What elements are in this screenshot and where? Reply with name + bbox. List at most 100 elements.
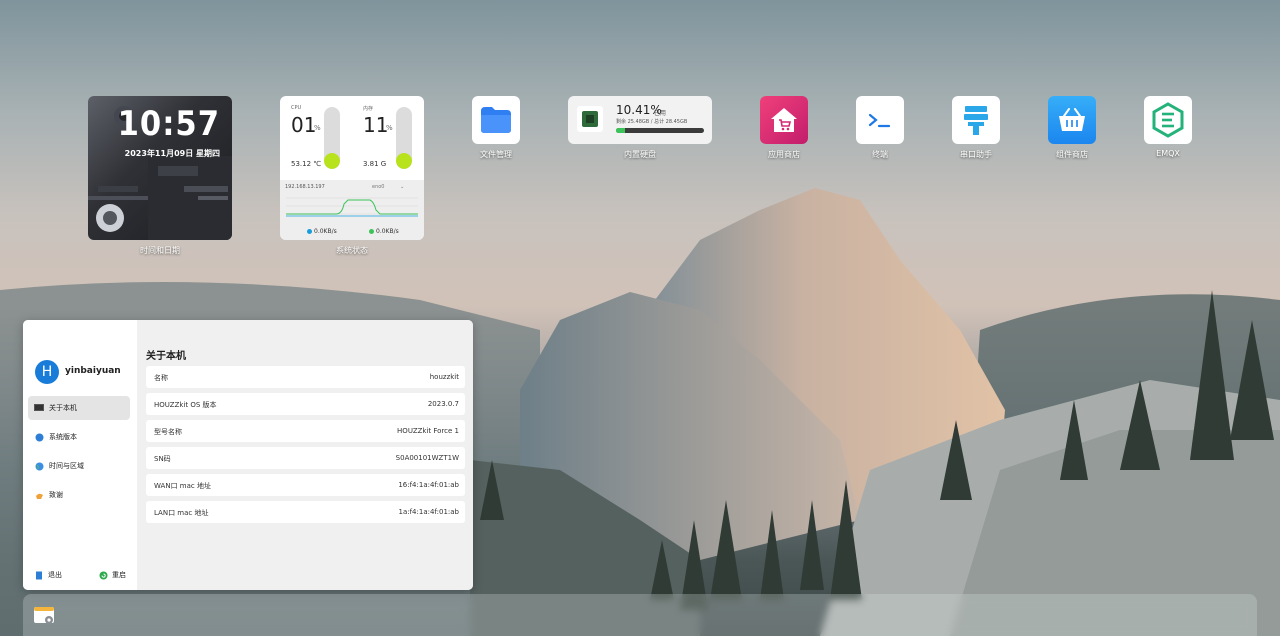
disk-usage-bar	[616, 128, 704, 133]
memory-gauge	[396, 107, 412, 169]
serial-port-label: 串口助手	[960, 150, 992, 159]
file-manager-app[interactable]	[472, 96, 520, 144]
username: yinbaiyuan	[65, 366, 121, 376]
component-store-label: 组件商店	[1056, 150, 1088, 159]
thanks-icon	[34, 490, 44, 500]
logout-icon	[35, 571, 44, 580]
info-key: WAN口 mac 地址	[154, 482, 211, 490]
settings-window-icon	[34, 607, 54, 624]
restart-icon	[99, 571, 108, 580]
cpu-unit: %	[314, 124, 321, 132]
cpu-label: CPU	[291, 105, 302, 111]
disk-detail: 剩余 25.48GB / 总计 28.45GB	[616, 119, 688, 125]
network-panel: 192.168.13.197 eno0 ⌄ 0.0KB/s 0.0KB/s	[280, 180, 424, 240]
serial-port-app[interactable]	[952, 96, 1000, 144]
info-row-wan-mac: WAN口 mac 地址 16:f4:1a:4f:01:ab	[146, 474, 465, 496]
info-value: houzzkit	[429, 373, 459, 381]
avatar[interactable]: H	[35, 360, 59, 384]
clock-widget[interactable]: 10:57 2023年11月09日 星期四	[88, 96, 232, 240]
emqx-app[interactable]	[1144, 96, 1192, 144]
clock-widget-label: 时间和日期	[140, 246, 180, 255]
clock-date: 2023年11月09日 星期四	[124, 149, 220, 158]
ip-address: 192.168.13.197	[285, 184, 325, 190]
disk-usage-fill	[616, 128, 626, 133]
terminal-label: 终端	[872, 150, 888, 159]
about-sidebar: H yinbaiyuan 关于本机 系统版本 时间与区域 致谢 退出 重启	[23, 320, 137, 590]
folder-icon	[481, 107, 511, 133]
download-rate-value: 0.0KB/s	[376, 228, 399, 235]
emqx-icon	[1152, 102, 1184, 138]
memory-unit: %	[386, 124, 393, 132]
logout-label: 退出	[48, 571, 62, 579]
sidebar-item-about[interactable]: 关于本机	[28, 396, 130, 420]
info-value: 16:f4:1a:4f:01:ab	[398, 481, 459, 489]
upload-rate: 0.0KB/s	[307, 228, 337, 235]
restart-label: 重启	[112, 571, 126, 579]
emqx-label: EMQX	[1156, 149, 1180, 158]
download-rate: 0.0KB/s	[369, 228, 399, 235]
sidebar-item-label: 致谢	[49, 491, 63, 499]
sidebar-item-label: 时间与区域	[49, 462, 84, 470]
download-icon	[369, 229, 374, 234]
chevron-down-icon: ⌄	[400, 184, 405, 190]
logout-button[interactable]: 退出	[35, 570, 62, 580]
dock-settings-app[interactable]	[33, 604, 55, 626]
info-row-sn: SN码 S0A00101WZT1W	[146, 447, 465, 469]
info-row-lan-mac: LAN口 mac 地址 1a:f4:1a:4f:01:ab	[146, 501, 465, 523]
cpu-temperature: 53.12 ℃	[291, 160, 322, 168]
component-store-icon	[1059, 108, 1085, 131]
page-title: 关于本机	[146, 351, 186, 362]
taskbar-dock	[23, 594, 1257, 636]
info-key: 名称	[154, 374, 168, 382]
system-meters: CPU 01 % 53.12 ℃ 内存 11 % 3.81 G	[280, 96, 424, 180]
system-status-label: 系统状态	[336, 246, 368, 255]
network-traffic-graph	[286, 197, 418, 217]
info-value: HOUZZkit Force 1	[397, 427, 459, 435]
about-window: H yinbaiyuan 关于本机 系统版本 时间与区域 致谢 退出 重启 关于…	[23, 320, 473, 590]
globe-icon	[34, 461, 44, 471]
serial-port-icon	[964, 106, 988, 135]
interface-select[interactable]: eno0 ⌄	[372, 184, 404, 190]
info-key: LAN口 mac 地址	[154, 509, 209, 517]
info-key: SN码	[154, 455, 171, 463]
memory-size: 3.81 G	[363, 160, 387, 168]
memory-value: 11	[363, 113, 389, 137]
info-row-name: 名称 houzzkit	[146, 366, 465, 388]
file-manager-label: 文件管理	[480, 150, 512, 159]
app-store-icon	[771, 108, 797, 132]
disk-chip-icon	[577, 106, 603, 132]
disk-widget[interactable]: 10.41% 已用 剩余 25.48GB / 总计 28.45GB	[568, 96, 712, 144]
app-store-app[interactable]	[760, 96, 808, 144]
component-store-app[interactable]	[1048, 96, 1096, 144]
upload-icon	[307, 229, 312, 234]
info-value: S0A00101WZT1W	[395, 454, 459, 462]
cpu-gauge-fill	[324, 153, 340, 169]
system-status-widget[interactable]: CPU 01 % 53.12 ℃ 内存 11 % 3.81 G 192.168.…	[280, 96, 424, 240]
info-row-model: 型号名称 HOUZZkit Force 1	[146, 420, 465, 442]
memory-gauge-fill	[396, 153, 412, 169]
disk-widget-label: 内置硬盘	[624, 150, 656, 159]
terminal-app[interactable]	[856, 96, 904, 144]
sidebar-item-label: 系统版本	[49, 433, 77, 441]
about-main: 关于本机 名称 houzzkit HOUZZkit OS 版本 2023.0.7…	[137, 320, 473, 590]
info-value: 2023.0.7	[427, 400, 459, 408]
cpu-value: 01	[291, 113, 317, 137]
memory-label: 内存	[363, 106, 374, 112]
sidebar-item-label: 关于本机	[49, 404, 77, 412]
restart-button[interactable]: 重启	[99, 570, 126, 580]
clock-time: 10:57	[117, 104, 220, 144]
computer-icon	[34, 403, 44, 413]
sidebar-item-time-region[interactable]: 时间与区域	[28, 454, 130, 478]
app-store-label: 应用商店	[768, 150, 800, 159]
disk-used-label: 已用	[654, 110, 667, 117]
info-row-os-version: HOUZZkit OS 版本 2023.0.7	[146, 393, 465, 415]
cpu-gauge	[324, 107, 340, 169]
upload-rate-value: 0.0KB/s	[314, 228, 337, 235]
terminal-icon	[868, 113, 891, 128]
sidebar-item-thanks[interactable]: 致谢	[28, 483, 130, 507]
info-value: 1a:f4:1a:4f:01:ab	[398, 508, 459, 516]
sidebar-item-system-version[interactable]: 系统版本	[28, 425, 130, 449]
interface-name: eno0	[372, 184, 385, 190]
info-key: HOUZZkit OS 版本	[154, 401, 217, 409]
info-key: 型号名称	[154, 428, 182, 436]
